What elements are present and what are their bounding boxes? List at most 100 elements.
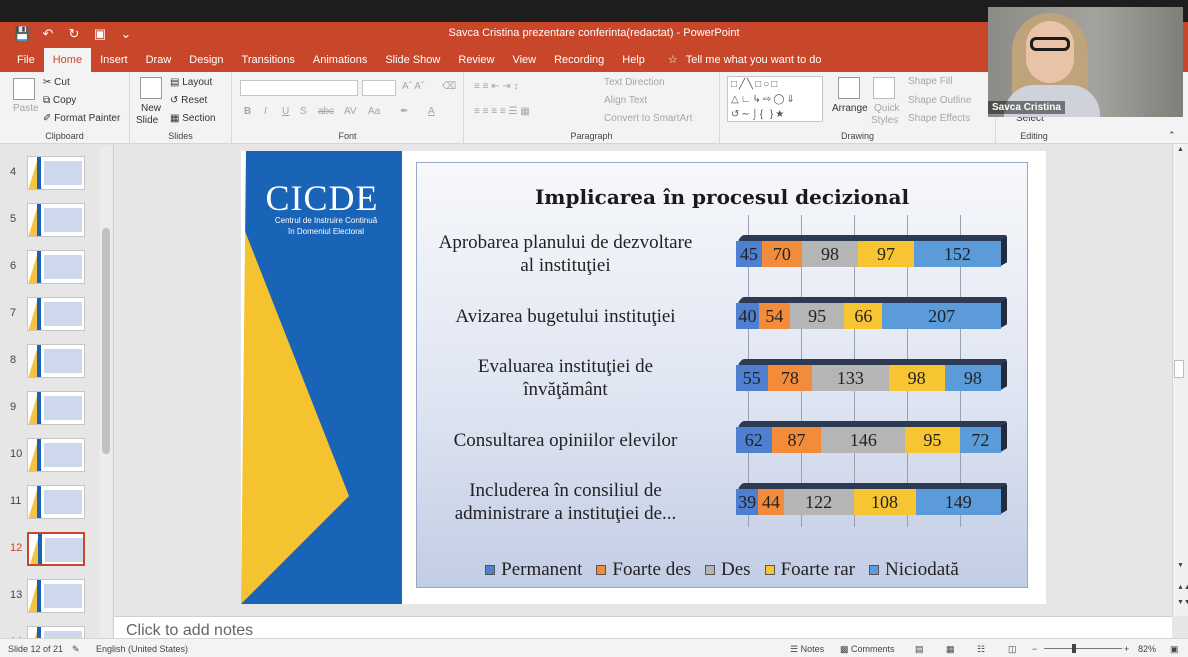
slide-thumbnail-image[interactable]	[27, 438, 85, 472]
tab-recording[interactable]: Recording	[545, 48, 613, 72]
tab-home[interactable]: Home	[43, 48, 92, 72]
slide-thumbnail-image[interactable]	[27, 579, 85, 613]
slide-thumbnail[interactable]: 14	[0, 626, 100, 638]
slide-thumbnail-image[interactable]	[27, 485, 85, 519]
bar-segment[interactable]: 95	[905, 427, 960, 453]
shape-fill-button[interactable]: Shape Fill	[908, 76, 952, 87]
slide-thumbnail-image[interactable]	[27, 344, 85, 378]
next-slide-icon[interactable]: ▼▼	[1177, 599, 1188, 606]
slide-thumbnail-image[interactable]	[27, 297, 85, 331]
tab-slide-show[interactable]: Slide Show	[376, 48, 449, 72]
bar-segment[interactable]: 95	[789, 303, 845, 329]
align-icons[interactable]: ≡ ≡ ≡ ≡ ☰ ▦	[474, 106, 530, 117]
char-spacing-button[interactable]: AV	[344, 106, 357, 117]
font-name-combo[interactable]	[240, 80, 358, 96]
section-button[interactable]: ▦ Section	[170, 113, 216, 124]
tab-help[interactable]: Help	[613, 48, 654, 72]
collapse-ribbon-icon[interactable]: ⌃	[1168, 130, 1176, 141]
bar-segment[interactable]: 146	[821, 427, 906, 453]
copy-button[interactable]: ⧉ Copy	[43, 95, 76, 106]
clear-format-icon[interactable]: ⌫	[442, 81, 456, 92]
tab-insert[interactable]: Insert	[91, 48, 137, 72]
grow-font-icon[interactable]: Aˆ Aˇ	[402, 81, 424, 92]
shapes-gallery[interactable]: □╱╲□○□ △∟↳⇨◯⇓ ↺∼⌡{ }★	[727, 76, 823, 122]
bar-segment[interactable]: 55	[736, 365, 768, 391]
reading-view-icon[interactable]: ☷	[977, 644, 985, 655]
slide-thumbnail-image[interactable]	[27, 156, 85, 190]
bar-segment[interactable]: 133	[812, 365, 889, 391]
stacked-bar[interactable]: 39 44 122 108 149	[736, 489, 1001, 515]
tab-review[interactable]: Review	[449, 48, 503, 72]
slide-thumbnail-image[interactable]	[27, 391, 85, 425]
bar-segment[interactable]: 108	[853, 489, 916, 515]
slide-thumbnail[interactable]: 13	[0, 579, 100, 619]
chart-area[interactable]: Implicarea în procesul decizional Perman…	[416, 162, 1028, 588]
slide-thumbnail[interactable]: 5	[0, 203, 100, 243]
bar-segment[interactable]: 54	[758, 303, 790, 329]
bar-segment[interactable]: 122	[783, 489, 854, 515]
stacked-bar[interactable]: 62 87 146 95 72	[736, 427, 1001, 453]
slide-thumbnail-image[interactable]	[27, 532, 85, 566]
bar-segment[interactable]: 44	[758, 489, 784, 515]
zoom-out-icon[interactable]: −	[1032, 644, 1037, 654]
bar-segment[interactable]: 98	[944, 365, 1001, 391]
slide-thumbnail-image[interactable]	[27, 250, 85, 284]
bar-segment[interactable]: 72	[959, 427, 1001, 453]
normal-view-icon[interactable]: ▤	[915, 644, 924, 655]
tell-me-search[interactable]: ☆ Tell me what you want to do	[654, 48, 822, 72]
arrange-button[interactable]: Arrange	[832, 103, 868, 114]
tab-animations[interactable]: Animations	[304, 48, 376, 72]
spellcheck-icon[interactable]: ✎	[72, 644, 80, 655]
slide-thumbnail[interactable]: 6	[0, 250, 100, 290]
thumbnails-scroll-thumb[interactable]	[102, 228, 110, 454]
tab-design[interactable]: Design	[180, 48, 232, 72]
format-painter-button[interactable]: ✐ Format Painter	[43, 113, 120, 124]
bar-segment[interactable]: 97	[858, 241, 914, 267]
fit-to-window-icon[interactable]: ▣	[1170, 644, 1179, 655]
bar-segment[interactable]: 45	[736, 241, 762, 267]
highlight-icon[interactable]: ✒	[400, 106, 408, 117]
slide-thumbnail[interactable]: 8	[0, 344, 100, 384]
bar-segment[interactable]: 70	[761, 241, 802, 267]
smartart-button[interactable]: Convert to SmartArt	[604, 113, 692, 124]
font-size-combo[interactable]	[362, 80, 396, 96]
scroll-down-icon[interactable]: ▼	[1177, 562, 1184, 569]
zoom-slider-knob[interactable]	[1072, 644, 1076, 653]
slide-thumbnail[interactable]: 9	[0, 391, 100, 431]
align-text-button[interactable]: Align Text	[604, 95, 647, 106]
slide-sorter-icon[interactable]: ▦	[946, 644, 955, 655]
bar-segment[interactable]: 87	[771, 427, 822, 453]
shadow-button[interactable]: S	[300, 106, 307, 117]
font-color-icon[interactable]: A	[428, 106, 435, 117]
slide-scroll-thumb[interactable]	[1174, 360, 1184, 378]
paste-button[interactable]: Paste	[13, 103, 39, 114]
quick-styles-label-1[interactable]: Quick	[874, 103, 900, 114]
bar-segment[interactable]: 78	[767, 365, 813, 391]
slide-thumbnail[interactable]: 4	[0, 156, 100, 196]
bold-button[interactable]: B	[244, 106, 251, 117]
layout-button[interactable]: ▤ Layout	[170, 77, 212, 88]
bar-segment[interactable]: 66	[844, 303, 883, 329]
slideshow-icon[interactable]: ◫	[1008, 644, 1017, 655]
cut-button[interactable]: ✂ Cut	[43, 77, 70, 88]
bar-segment[interactable]: 149	[915, 489, 1001, 515]
slide-thumbnail-image[interactable]	[27, 203, 85, 237]
scroll-up-icon[interactable]: ▲	[1177, 146, 1184, 153]
notes-pane[interactable]: Click to add notes	[114, 616, 1172, 639]
bar-segment[interactable]: 62	[736, 427, 772, 453]
stacked-bar[interactable]: 40 54 95 66 207	[736, 303, 1001, 329]
text-direction-button[interactable]: Text Direction	[604, 77, 665, 88]
paste-icon[interactable]	[13, 78, 35, 100]
stacked-bar[interactable]: 55 78 133 98 98	[736, 365, 1001, 391]
notes-button[interactable]: ☰ Notes	[790, 644, 824, 655]
tab-draw[interactable]: Draw	[137, 48, 181, 72]
tab-view[interactable]: View	[503, 48, 545, 72]
bar-segment[interactable]: 207	[882, 303, 1001, 329]
underline-button[interactable]: U	[282, 106, 289, 117]
quick-styles-label-2[interactable]: Styles	[871, 115, 898, 126]
slide-thumbnail[interactable]: 7	[0, 297, 100, 337]
bar-segment[interactable]: 39	[736, 489, 759, 515]
shape-effects-button[interactable]: Shape Effects	[908, 113, 970, 124]
italic-button[interactable]: I	[264, 106, 267, 117]
new-slide-label-1[interactable]: New	[141, 103, 161, 114]
